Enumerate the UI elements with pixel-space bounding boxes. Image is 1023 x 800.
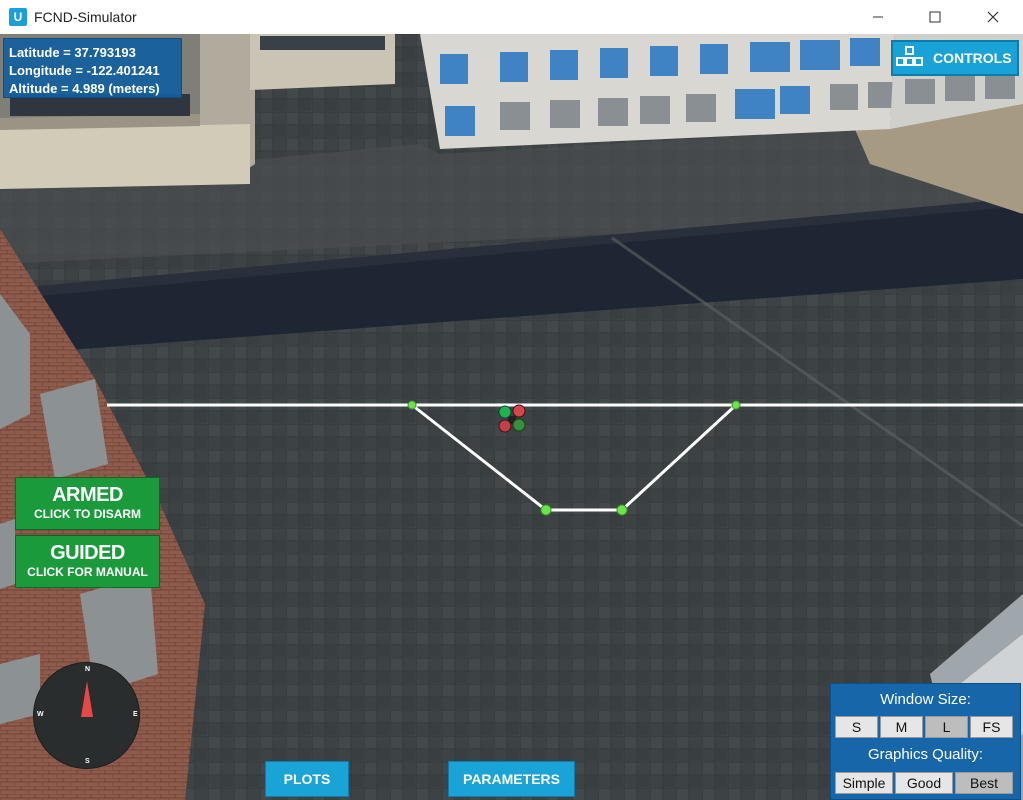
size-option-fs[interactable]: FS bbox=[970, 716, 1013, 738]
compass-needle-icon bbox=[81, 681, 93, 717]
graphics-quality-label: Graphics Quality: bbox=[867, 746, 984, 763]
position-info-panel: Latitude = 37.793193 Longitude = -122.40… bbox=[3, 38, 182, 98]
compass-west-label: W bbox=[37, 711, 44, 718]
compass-east-label: E bbox=[133, 711, 138, 718]
window-size-options: S M L FS bbox=[835, 716, 1015, 738]
size-option-l[interactable]: L bbox=[925, 716, 968, 738]
plots-button[interactable]: PLOTS bbox=[265, 761, 349, 797]
quality-option-simple[interactable]: Simple bbox=[835, 772, 893, 794]
minimize-button[interactable] bbox=[855, 0, 901, 34]
close-button[interactable] bbox=[970, 0, 1016, 34]
size-option-m[interactable]: M bbox=[880, 716, 923, 738]
parameters-button[interactable]: PARAMETERS bbox=[448, 761, 575, 797]
guided-title: GUIDED bbox=[50, 542, 125, 564]
minimize-icon bbox=[873, 16, 883, 18]
maximize-icon bbox=[929, 11, 941, 23]
window-size-label: Window Size: bbox=[880, 691, 971, 708]
compass-north-label: N bbox=[85, 666, 91, 673]
armed-title: ARMED bbox=[52, 484, 123, 506]
quality-option-best[interactable]: Best bbox=[955, 772, 1013, 794]
altitude-readout: Altitude = 4.989 (meters) bbox=[9, 81, 160, 96]
controls-icon bbox=[895, 44, 929, 72]
compass: N S E W bbox=[33, 662, 140, 769]
graphics-quality-options: Simple Good Best bbox=[835, 772, 1015, 794]
longitude-readout: Longitude = -122.401241 bbox=[9, 63, 160, 78]
latitude-readout: Latitude = 37.793193 bbox=[9, 45, 136, 60]
maximize-button[interactable] bbox=[912, 0, 958, 34]
armed-toggle-button[interactable]: ARMED CLICK TO DISARM bbox=[15, 477, 160, 530]
controls-label: CONTROLS bbox=[933, 50, 1012, 66]
settings-panel: Window Size: S M L FS Graphics Quality: … bbox=[830, 683, 1021, 800]
armed-subtitle: CLICK TO DISARM bbox=[33, 507, 142, 521]
guided-subtitle: CLICK FOR MANUAL bbox=[27, 565, 148, 579]
title-bar: U FCND-Simulator bbox=[0, 0, 1023, 34]
controls-button[interactable]: CONTROLS bbox=[891, 40, 1019, 76]
window-title: FCND-Simulator bbox=[34, 9, 137, 25]
quality-option-good[interactable]: Good bbox=[895, 772, 953, 794]
unity-icon: U bbox=[9, 8, 27, 26]
compass-south-label: S bbox=[85, 758, 90, 765]
close-icon bbox=[987, 11, 999, 23]
size-option-s[interactable]: S bbox=[835, 716, 878, 738]
guided-toggle-button[interactable]: GUIDED CLICK FOR MANUAL bbox=[15, 535, 160, 588]
